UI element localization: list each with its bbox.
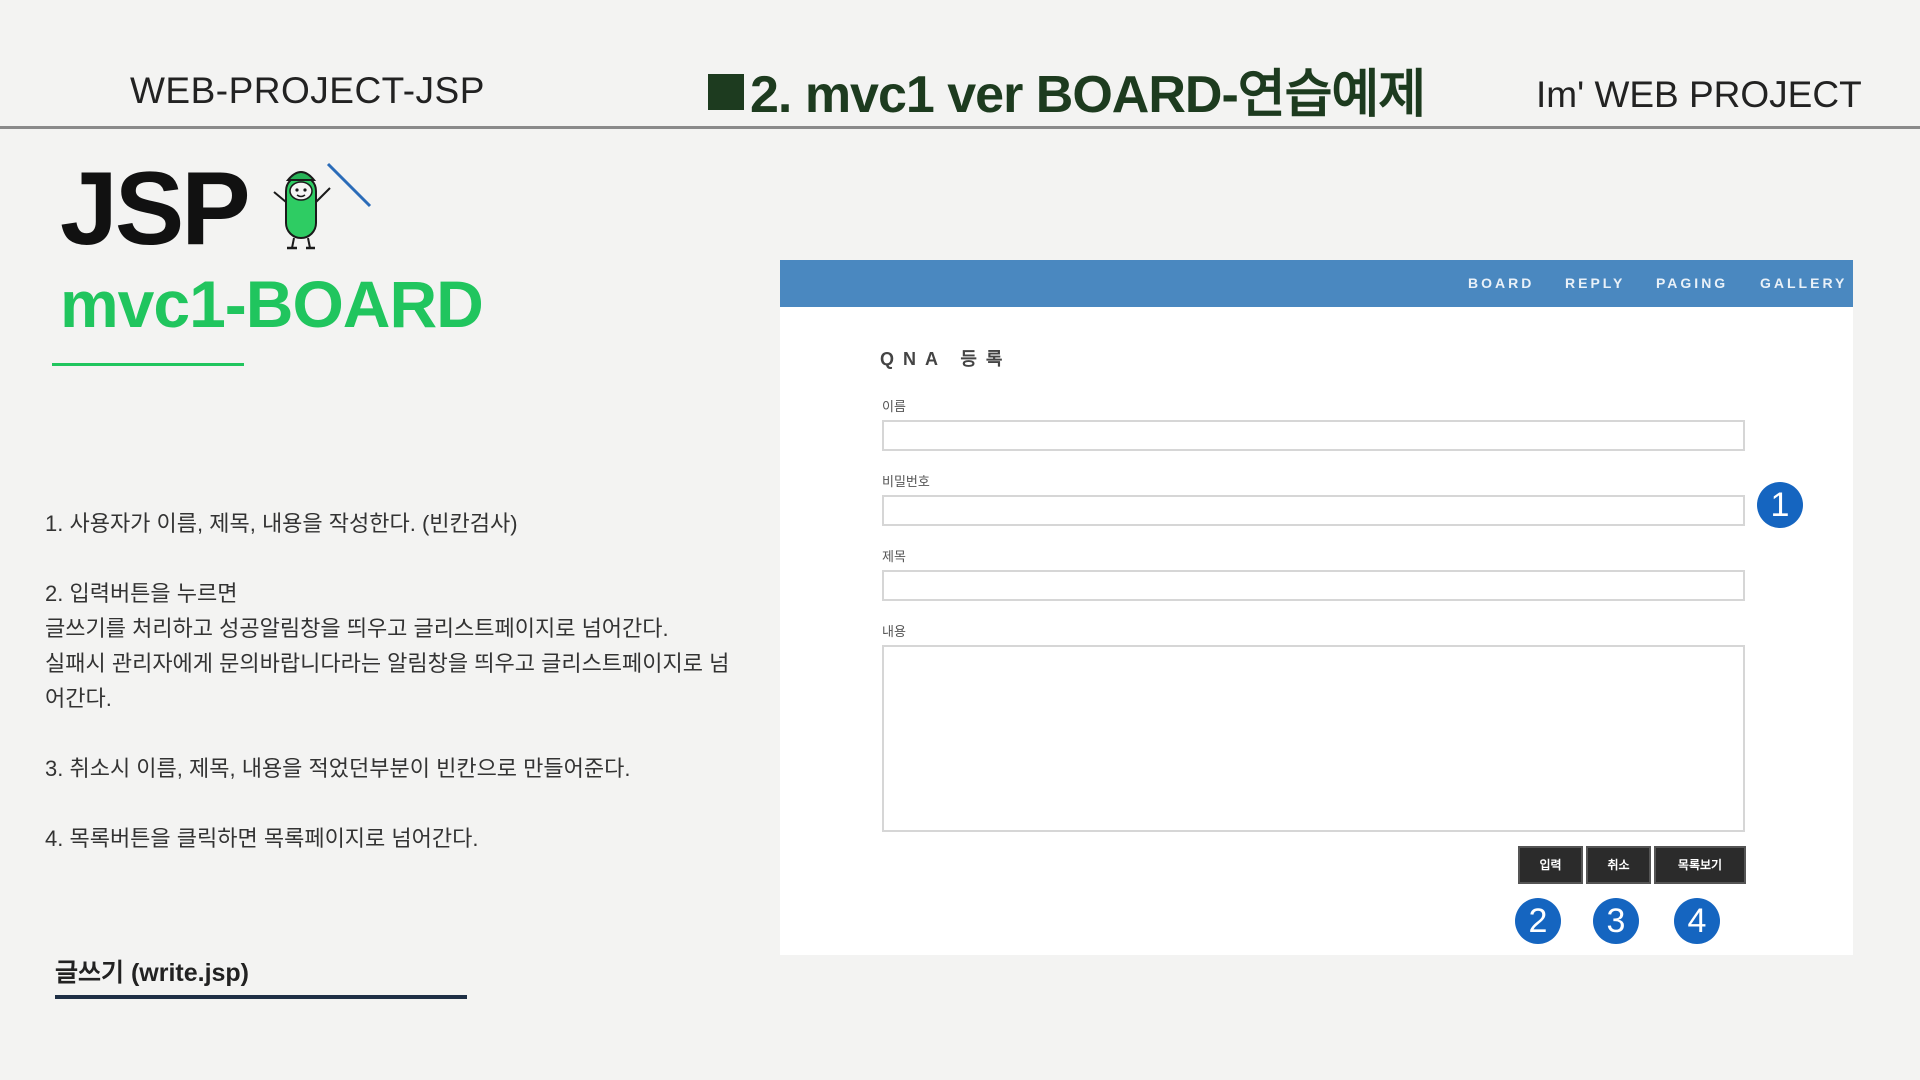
description-item-2-line-1: 2. 입력버튼을 누르면: [45, 581, 238, 606]
page-title: 2. mvc1 ver BOARD-연습예제: [708, 52, 1426, 127]
form-title: QNA 등록: [880, 349, 1012, 369]
content-label: 내용: [882, 624, 906, 639]
nav-item-gallery[interactable]: GALLERY: [1760, 275, 1847, 291]
description-block: 1. 사용자가 이름, 제목, 내용을 작성한다. (빈칸검사) 2. 입력버튼…: [45, 506, 745, 856]
step-badge-2: 2: [1515, 898, 1561, 944]
board-write-screenshot: BOARD REPLY PAGING GALLERY QNA 등록 이름 비밀번…: [780, 260, 1853, 955]
mascot-icon: [273, 162, 372, 250]
page-title-text: 2. mvc1 ver BOARD-연습예제: [750, 66, 1426, 124]
logo-jsp-text: JSP: [60, 151, 251, 267]
password-label: 비밀번호: [882, 474, 930, 489]
subject-input[interactable]: [882, 570, 1745, 601]
header-left-label: WEB-PROJECT-JSP: [130, 70, 485, 111]
step-badge-4: 4: [1674, 898, 1720, 944]
nav-item-paging[interactable]: PAGING: [1656, 275, 1728, 291]
description-item-2: 2. 입력버튼을 누르면 글쓰기를 처리하고 성공알림창을 띄우고 글리스트페이…: [45, 576, 745, 716]
nav-item-board[interactable]: BOARD: [1468, 275, 1534, 291]
step-badge-3: 3: [1593, 898, 1639, 944]
header-right-label: Im' WEB PROJECT: [1536, 74, 1862, 115]
password-input[interactable]: [882, 495, 1745, 526]
description-item-3: 3. 취소시 이름, 제목, 내용을 적었던부분이 빈칸으로 만들어준다.: [45, 756, 631, 781]
submit-button[interactable]: 입력: [1518, 846, 1583, 884]
name-input[interactable]: [882, 420, 1745, 451]
description-item-2-line-3: 실패시 관리자에게 문의바랍니다라는 알림창을 띄우고 글리스트페이지로 넘어간…: [45, 651, 730, 711]
caption-underline: [55, 995, 467, 999]
list-button[interactable]: 목록보기: [1654, 846, 1746, 884]
square-bullet-icon: [708, 74, 744, 110]
description-item-4: 4. 목록버튼을 클릭하면 목록페이지로 넘어간다.: [45, 826, 479, 851]
board-navbar: BOARD REPLY PAGING GALLERY: [780, 260, 1853, 307]
logo-subtitle: mvc1-BOARD: [60, 267, 484, 341]
logo-underline: [52, 363, 244, 366]
header-divider: [0, 126, 1920, 129]
section-caption: 글쓰기 (write.jsp): [55, 959, 250, 987]
subject-label: 제목: [882, 549, 906, 564]
description-item-1: 1. 사용자가 이름, 제목, 내용을 작성한다. (빈칸검사): [45, 511, 518, 536]
name-label: 이름: [882, 399, 906, 414]
cancel-button[interactable]: 취소: [1586, 846, 1651, 884]
step-badge-1: 1: [1757, 482, 1803, 528]
description-item-2-line-2: 글쓰기를 처리하고 성공알림창을 띄우고 글리스트페이지로 넘어간다.: [45, 616, 669, 641]
content-textarea[interactable]: [882, 645, 1745, 832]
nav-item-reply[interactable]: REPLY: [1565, 275, 1625, 291]
